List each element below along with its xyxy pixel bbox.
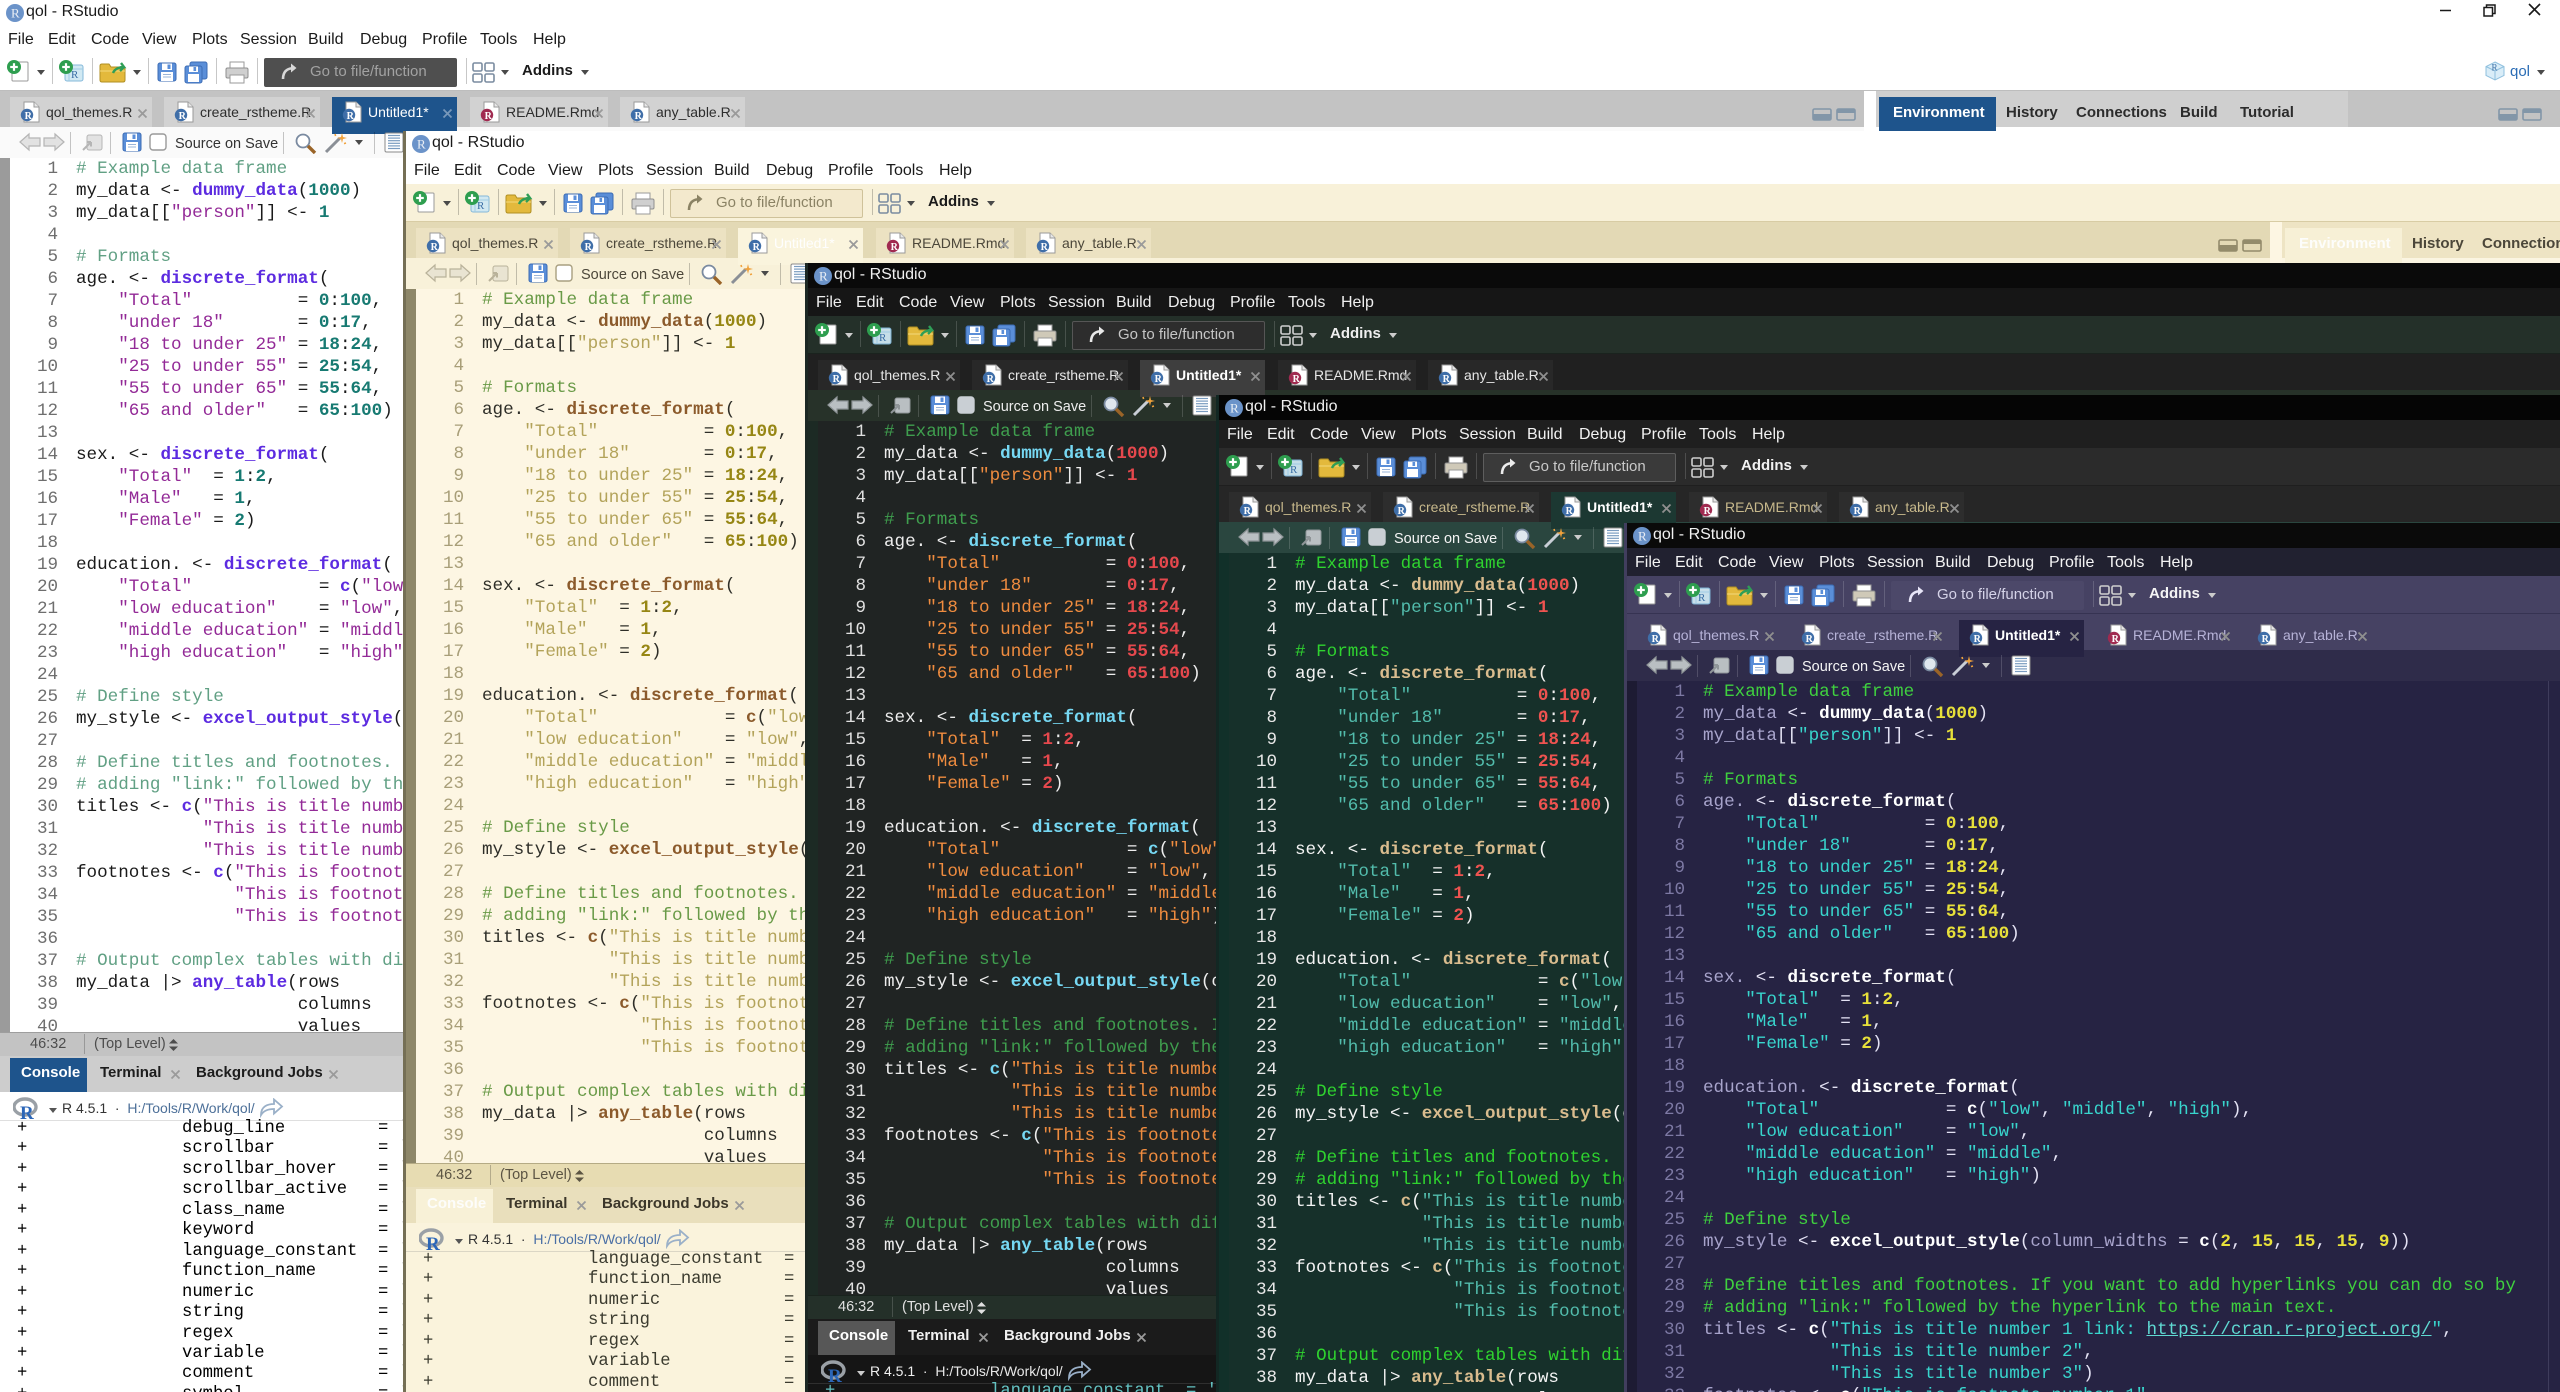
svg-text:R: R xyxy=(1698,592,1706,604)
svg-text:R: R xyxy=(1041,242,1049,253)
svg-text:R: R xyxy=(1806,634,1814,645)
svg-text:R: R xyxy=(585,242,593,253)
svg-text:R: R xyxy=(819,269,828,284)
svg-text:R: R xyxy=(2112,634,2120,645)
svg-text:R: R xyxy=(431,242,439,253)
svg-text:R: R xyxy=(1230,401,1239,416)
svg-text:R: R xyxy=(1652,634,1660,645)
svg-text:R: R xyxy=(11,6,20,21)
svg-text:R: R xyxy=(1974,634,1982,645)
svg-text:R: R xyxy=(2492,63,2498,73)
svg-text:R: R xyxy=(1638,529,1647,544)
svg-text:R: R xyxy=(879,332,887,344)
svg-text:R: R xyxy=(1443,374,1451,385)
svg-text:R: R xyxy=(753,242,761,253)
svg-text:R: R xyxy=(1155,374,1163,385)
svg-text:R: R xyxy=(891,242,899,253)
svg-text:R: R xyxy=(1854,506,1862,517)
svg-text:R: R xyxy=(485,111,493,122)
svg-text:R: R xyxy=(1293,374,1301,385)
svg-text:R: R xyxy=(25,111,33,122)
svg-text:R: R xyxy=(347,111,355,122)
svg-text:R: R xyxy=(2262,634,2270,645)
svg-text:R: R xyxy=(71,69,79,81)
svg-text:R: R xyxy=(1704,506,1712,517)
svg-text:R: R xyxy=(987,374,995,385)
svg-text:R: R xyxy=(1398,506,1406,517)
svg-text:R: R xyxy=(635,111,643,122)
svg-text:R: R xyxy=(1290,464,1298,476)
svg-text:R: R xyxy=(179,111,187,122)
svg-text:R: R xyxy=(417,137,426,152)
svg-text:R: R xyxy=(477,200,485,212)
svg-text:R: R xyxy=(833,374,841,385)
svg-text:R: R xyxy=(1244,506,1252,517)
svg-text:R: R xyxy=(1566,506,1574,517)
